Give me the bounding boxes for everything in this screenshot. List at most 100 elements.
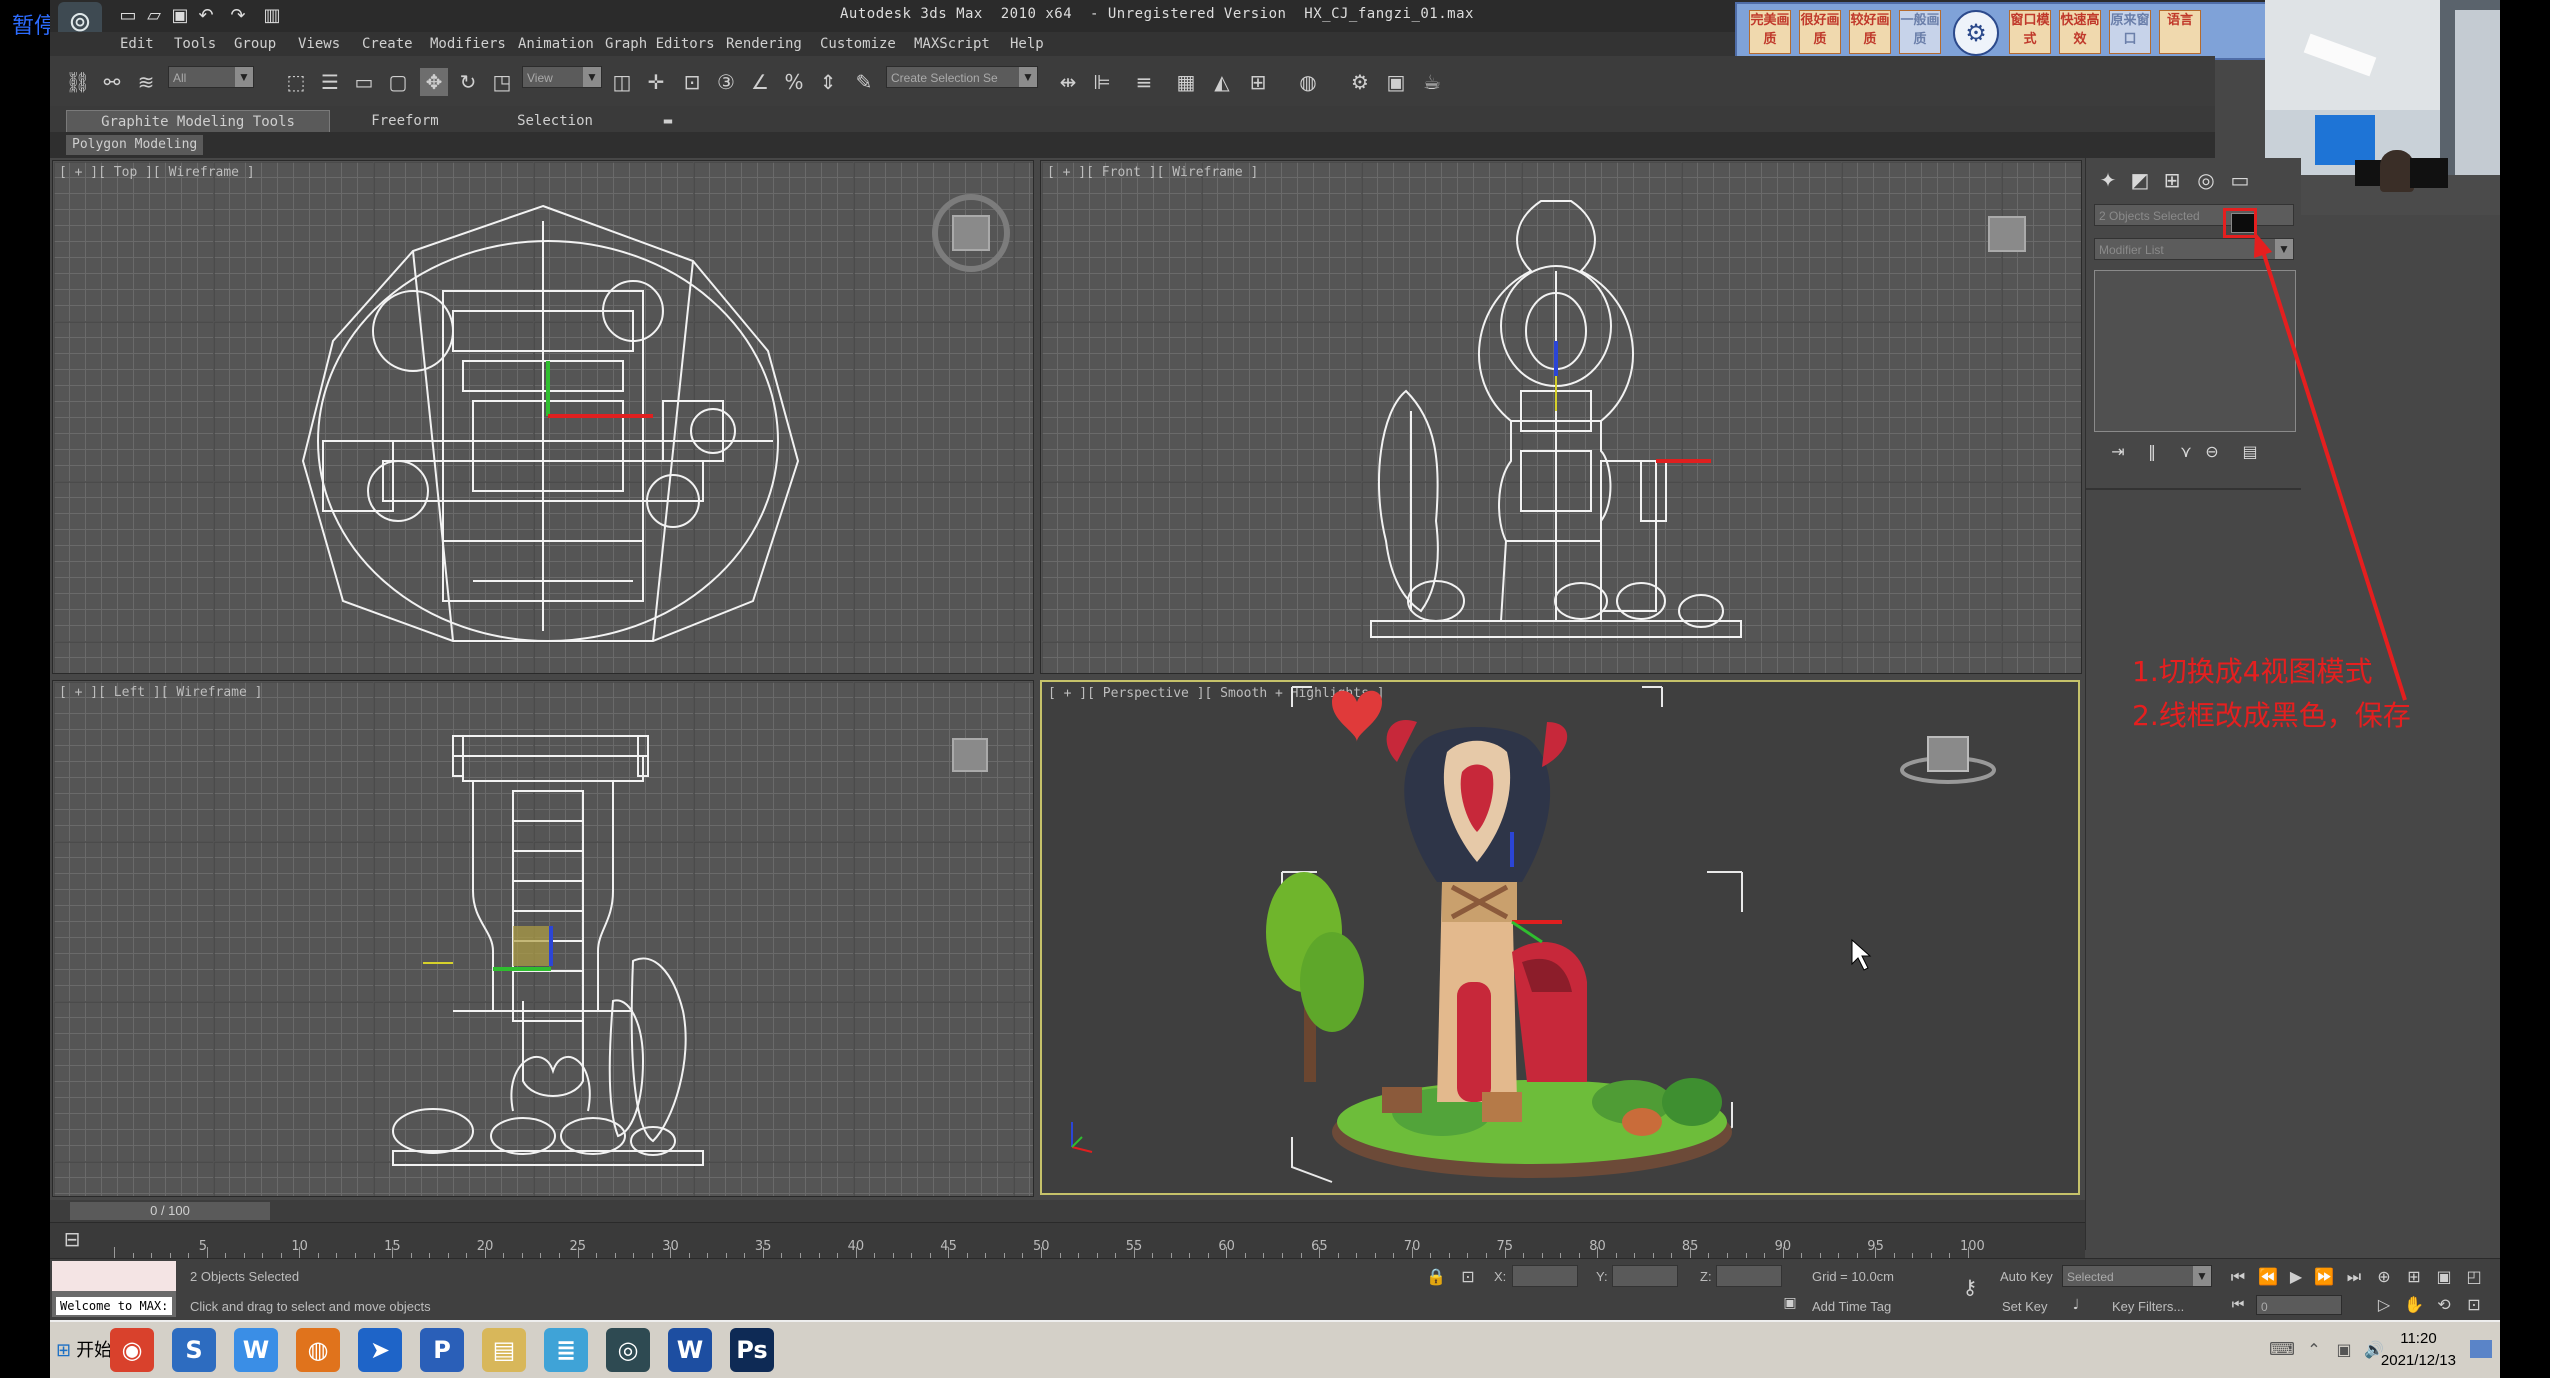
rect-selection-icon[interactable]: ▭ (350, 68, 378, 96)
frame-counter[interactable]: 0 / 100 (70, 1202, 270, 1220)
hierarchy-tab-icon[interactable]: ⊞ (2158, 166, 2186, 194)
play-icon[interactable]: ▶ (2282, 1263, 2310, 1291)
menu-edit[interactable]: Edit (120, 36, 154, 52)
show-end-result-icon[interactable]: ‖ (2138, 438, 2166, 466)
bind-spacewarp-icon[interactable]: ≋ (132, 68, 160, 96)
angle-snap-icon[interactable]: ∠ (746, 68, 774, 96)
firefox-icon[interactable]: ◍ (296, 1328, 340, 1372)
menu-group[interactable]: Group (234, 36, 276, 52)
menu-maxscript[interactable]: MAXScript (914, 36, 990, 52)
viewport-left[interactable]: [ + ][ Left ][ Wireframe ] (52, 680, 1034, 1197)
tab-freeform[interactable]: Freeform (350, 110, 460, 132)
maximize-viewport-icon[interactable]: ⊡ (2460, 1291, 2488, 1319)
object-name-field[interactable]: 2 Objects Selected (2094, 204, 2294, 226)
move-icon[interactable]: ✥ (420, 68, 448, 96)
select-by-name-icon[interactable]: ☰ (316, 68, 344, 96)
open-mini-curve-editor-icon[interactable]: ⊟ (58, 1225, 86, 1253)
unlink-icon[interactable]: ⚯ (98, 68, 126, 96)
material-editor-icon[interactable]: ◍ (1294, 68, 1322, 96)
menu-rendering[interactable]: Rendering (726, 36, 802, 52)
render-setup-icon[interactable]: ⚙ (1346, 68, 1374, 96)
rotate-icon[interactable]: ↻ (454, 68, 482, 96)
plugin-btn-language[interactable]: 语言 (2159, 10, 2201, 54)
auto-key-button[interactable]: Auto Key (2000, 1269, 2053, 1284)
configure-sets-icon[interactable]: ▤ (2236, 438, 2264, 466)
open-file-icon[interactable]: ▱ (142, 4, 166, 28)
show-desktop-icon[interactable] (2470, 1340, 2492, 1358)
save-file-icon[interactable]: ▣ (168, 4, 192, 28)
ref-coord-dropdown[interactable]: View ▼ (522, 66, 602, 88)
zoom-all-icon[interactable]: ⊞ (2400, 1263, 2428, 1291)
tray-clock[interactable]: 11:20 2021/12/13 (2381, 1328, 2456, 1372)
spinner-snap-icon[interactable]: ⇕ (814, 68, 842, 96)
menu-help[interactable]: Help (1010, 36, 1044, 52)
new-file-icon[interactable]: ▭ (116, 4, 140, 28)
sogou-icon[interactable]: S (172, 1328, 216, 1372)
named-selection-dropdown[interactable]: Create Selection Se ▼ (886, 66, 1038, 88)
modifier-list-dropdown[interactable]: Modifier List ▼ (2094, 238, 2294, 260)
menu-tools[interactable]: Tools (174, 36, 216, 52)
motion-tab-icon[interactable]: ◎ (2192, 166, 2220, 194)
viewport-top[interactable]: [ + ][ Top ][ Wireframe ] (52, 160, 1034, 674)
redo-icon[interactable]: ↷ (226, 4, 250, 28)
layer-manager-icon[interactable]: ≡ (1130, 68, 1158, 96)
menu-animation[interactable]: Animation (518, 36, 594, 52)
goto-start-icon[interactable]: ⏮ (2224, 1263, 2252, 1291)
chrome-icon[interactable]: ◉ (110, 1328, 154, 1372)
rendered-frame-icon[interactable]: ▣ (1382, 68, 1410, 96)
plugin-btn-fast[interactable]: 快速高效 (2059, 10, 2101, 54)
plugin-btn-normal[interactable]: 一般画质 (1899, 10, 1941, 54)
next-frame-icon[interactable]: ⏩ (2310, 1263, 2338, 1291)
add-time-tag[interactable]: Add Time Tag (1812, 1299, 1891, 1314)
render-production-icon[interactable]: ☕ (1418, 68, 1446, 96)
word-icon[interactable]: W (668, 1328, 712, 1372)
menu-modifiers[interactable]: Modifiers (430, 36, 506, 52)
link-icon[interactable]: ⛓ (64, 68, 92, 96)
p-app-icon[interactable]: P (420, 1328, 464, 1372)
keyboard-shortcut-icon[interactable]: ⊡ (678, 68, 706, 96)
menu-views[interactable]: Views (298, 36, 340, 52)
remove-modifier-icon[interactable]: ⊖ (2198, 438, 2226, 466)
project-folder-icon[interactable]: ▥ (260, 4, 284, 28)
zoom-extents-all-icon[interactable]: ◰ (2460, 1263, 2488, 1291)
ribbon-options-icon[interactable]: ▬ (658, 110, 678, 132)
edit-named-sel-icon[interactable]: ✎ (850, 68, 878, 96)
make-unique-icon[interactable]: ⋎ (2172, 438, 2200, 466)
plugin-settings-icon[interactable]: ⚙ (1953, 10, 1999, 56)
menu-graph-editors[interactable]: Graph Editors (605, 36, 715, 52)
y-coord-field[interactable] (1612, 1265, 1678, 1287)
select-object-icon[interactable]: ⬚ (282, 68, 310, 96)
set-key-icon[interactable]: ⚷ (1956, 1273, 1984, 1301)
schematic-view-icon[interactable]: ⊞ (1244, 68, 1272, 96)
select-manipulate-icon[interactable]: ✛ (642, 68, 670, 96)
tab-selection[interactable]: Selection (494, 110, 616, 132)
modify-tab-icon[interactable]: ◩ (2126, 166, 2154, 194)
graphite-toggle-icon[interactable]: ▦ (1172, 68, 1200, 96)
align-icon[interactable]: ⊫ (1088, 68, 1116, 96)
key-mode-toggle-icon[interactable]: ⏮ (2224, 1291, 2252, 1319)
tab-graphite-modeling-tools[interactable]: Graphite Modeling Tools (66, 110, 330, 134)
time-tag-icon[interactable]: ▣ (1776, 1289, 1804, 1317)
tray-expand-icon[interactable]: ⌃ (2300, 1336, 2328, 1364)
z-coord-field[interactable] (1716, 1265, 1782, 1287)
key-mode-dropdown[interactable]: Selected ▼ (2062, 1265, 2212, 1287)
snap-3d-icon[interactable]: ③ (712, 68, 740, 96)
absolute-mode-icon[interactable]: ⊡ (1454, 1263, 1482, 1291)
selection-filter-dropdown[interactable]: All ▼ (168, 66, 254, 88)
set-key-button[interactable]: Set Key (2002, 1299, 2048, 1314)
curve-editor-icon[interactable]: ◭ (1208, 68, 1236, 96)
viewport-front[interactable]: [ + ][ Front ][ Wireframe ] (1040, 160, 2082, 674)
plugin-btn-good[interactable]: 较好画质 (1849, 10, 1891, 54)
current-frame-field[interactable]: 0 (2256, 1295, 2342, 1315)
mirror-icon[interactable]: ⇹ (1054, 68, 1082, 96)
menu-customize[interactable]: Customize (820, 36, 896, 52)
zoom-extents-icon[interactable]: ▣ (2430, 1263, 2458, 1291)
field-of-view-icon[interactable]: ▷ (2370, 1291, 2398, 1319)
menu-create[interactable]: Create (362, 36, 413, 52)
folder-icon[interactable]: ▤ (482, 1328, 526, 1372)
create-tab-icon[interactable]: ✦ (2094, 166, 2122, 194)
viewport-perspective[interactable]: [ + ][ Perspective ][ Smooth + Highlight… (1040, 680, 2080, 1195)
selection-lock-icon[interactable]: 🔒 (1422, 1263, 1450, 1291)
x-coord-field[interactable] (1512, 1265, 1578, 1287)
time-slider[interactable]: 0 / 100 (50, 1200, 2085, 1222)
